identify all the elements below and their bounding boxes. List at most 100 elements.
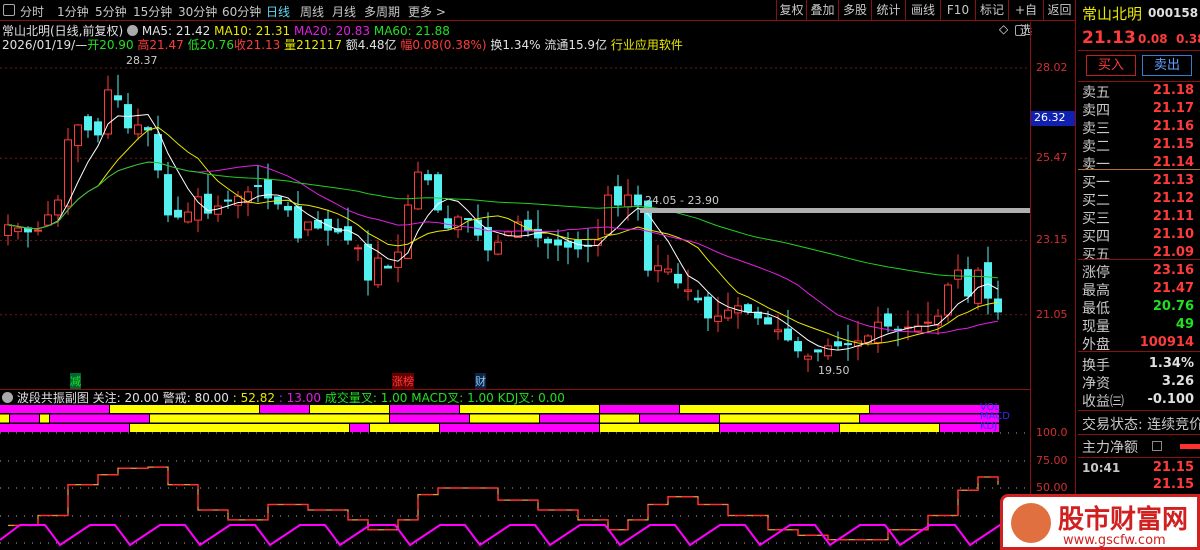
main-flow[interactable]: 主力净额 <box>1082 437 1200 456</box>
candle-body <box>834 341 842 347</box>
toolbar-button[interactable]: 统计 <box>871 0 905 21</box>
candle-body <box>494 241 502 255</box>
tab-period[interactable]: 多周期 <box>364 3 400 20</box>
tab-period[interactable]: 月线 <box>332 3 356 20</box>
candle-body <box>414 171 422 210</box>
tab-period[interactable]: 分时 <box>20 3 44 20</box>
marker-top-list[interactable]: 涨榜 <box>392 373 414 389</box>
quote-row: 卖四 21.17 <box>1082 101 1194 119</box>
resonance-segment <box>310 405 389 413</box>
kdj-cross: KDJ叉: 0.00 <box>497 391 565 405</box>
resonance-segment <box>840 424 939 432</box>
diamond-icon[interactable]: ◇ <box>999 22 1008 36</box>
toolbar-button[interactable]: F10 <box>940 0 975 21</box>
panel-toggle-icon[interactable] <box>1015 25 1026 36</box>
tab-period[interactable]: 60分钟 <box>222 3 261 20</box>
tab-period[interactable]: 1分钟 <box>57 3 89 20</box>
stock-code: 000158 <box>1148 6 1199 20</box>
quote-row: 换手 1.34% <box>1082 356 1194 374</box>
candle-body <box>194 196 202 221</box>
quote-row: 卖五 21.18 <box>1082 83 1194 101</box>
candle-body <box>304 221 312 231</box>
sell-button[interactable]: 卖出 <box>1142 55 1192 76</box>
toolbar-button[interactable]: 复权 <box>776 0 806 21</box>
sub-chart-header: 波段共振副图 关注: 20.00 警戒: 80.00 : 52.82 : 13.… <box>2 389 565 406</box>
candle-body <box>884 313 892 327</box>
resonance-segment <box>470 414 539 423</box>
resonance-segment <box>440 424 599 432</box>
sub-title: 波段共振副图 <box>16 391 89 405</box>
candle-body <box>154 134 162 171</box>
quote-row: 外盘 100914 <box>1082 335 1194 353</box>
quote-row: 收益㈢ -0.100 <box>1082 392 1194 410</box>
candle-body <box>54 199 62 216</box>
resonance-segment <box>150 414 389 423</box>
candle-body <box>684 289 692 292</box>
toolbar-button[interactable]: +自选 <box>1008 0 1043 37</box>
candle-body <box>364 243 372 281</box>
list-icon[interactable] <box>1152 441 1162 451</box>
candle-body <box>384 265 392 269</box>
kline-chart[interactable] <box>0 50 1030 550</box>
tab-period[interactable]: 30分钟 <box>178 3 217 20</box>
resonance-segment <box>680 405 869 413</box>
resonance-segment <box>540 414 599 423</box>
candle-body <box>614 186 622 206</box>
sub-axis-label: 100.0 <box>1036 426 1068 439</box>
axis-label: 21.05 <box>1036 308 1068 321</box>
candle-body <box>994 298 1002 313</box>
candle-body <box>444 218 452 229</box>
toolbar-button[interactable]: 画线 <box>905 0 940 21</box>
axis-label: 25.47 <box>1036 151 1068 164</box>
resonance-segment <box>350 424 369 432</box>
value-2: : 13.00 <box>278 391 322 405</box>
axis-label: 28.02 <box>1036 61 1068 74</box>
candle-body <box>254 185 262 188</box>
tab-period[interactable]: 周线 <box>300 3 324 20</box>
candle-body <box>84 116 92 131</box>
marker-reduce[interactable]: 减 <box>70 373 81 389</box>
tab-period[interactable]: 15分钟 <box>133 3 172 20</box>
quote-row: 最低 20.76 <box>1082 299 1194 317</box>
stock-header: 常山北明 000158 21.13 0.08 0.38 <box>1078 0 1200 50</box>
toolbar-button[interactable]: 叠加 <box>806 0 838 21</box>
resonance-segment <box>0 414 9 423</box>
resonance-segment <box>260 405 309 413</box>
resonance-segment <box>130 424 349 432</box>
quote-row: 最高 21.47 <box>1082 281 1194 299</box>
axis-label: 23.15 <box>1036 233 1068 246</box>
value-1: : 52.82 <box>232 391 275 405</box>
toolbar-button[interactable]: 标记 <box>975 0 1008 21</box>
warn-value: 警戒: 80.00 <box>162 391 229 405</box>
candle-body <box>4 224 12 236</box>
period-toolbar: 分时 1分钟 5分钟 15分钟 30分钟 60分钟 日线 周线 月线 多周期 更多 > 复权 叠加 多股… <box>0 0 1075 37</box>
candle-body <box>624 194 632 208</box>
dropdown-icon[interactable] <box>127 25 139 36</box>
watermark-logo: 股市财富网 www.gscfw.com <box>1000 494 1200 550</box>
high-annotation: 28.37 <box>126 54 158 67</box>
layout-toggle-icon[interactable] <box>3 4 15 16</box>
resonance-segment <box>600 424 719 432</box>
candle-body <box>964 269 972 297</box>
tab-period[interactable]: 更多 > <box>408 3 446 20</box>
resonance-segment <box>720 424 839 432</box>
candle-body <box>34 229 42 232</box>
candle-body <box>544 238 552 244</box>
candle-body <box>424 174 432 181</box>
sub-dropdown-icon[interactable] <box>2 392 13 403</box>
toolbar-button[interactable]: 多股 <box>838 0 871 21</box>
range-annotation: 24.05 - 23.90 <box>645 194 719 207</box>
tab-period[interactable]: 5分钟 <box>95 3 127 20</box>
quote-row: 净资 3.26 <box>1082 374 1194 392</box>
resonance-segment <box>600 405 679 413</box>
quote-row: 卖三 21.16 <box>1082 119 1194 137</box>
candle-body <box>224 199 232 202</box>
candle-body <box>344 226 352 241</box>
resonance-segment <box>720 414 859 423</box>
marker-finance[interactable]: 财 <box>475 373 486 389</box>
candle-body <box>604 194 612 235</box>
buy-button[interactable]: 买入 <box>1086 55 1136 76</box>
candle-body <box>374 257 382 286</box>
toolbar-button[interactable]: 返回 <box>1043 0 1075 21</box>
tab-period[interactable]: 日线 <box>266 3 290 20</box>
